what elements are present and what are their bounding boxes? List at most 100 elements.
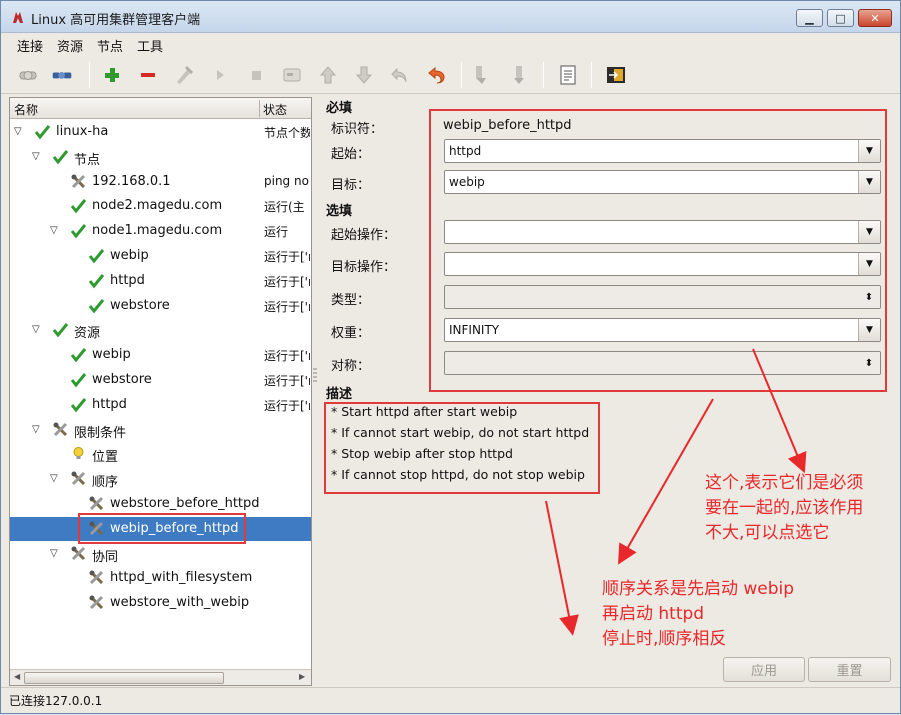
column-status-header[interactable]: 状态 — [263, 101, 287, 118]
tree-row-status: 运行于['r — [264, 349, 310, 364]
description-section-title: 描述 — [326, 387, 353, 402]
tree-row[interactable]: ▽ node1.magedu.com 运行 — [10, 219, 311, 243]
optional-section-title: 选填 — [326, 204, 353, 219]
status-bar: 已连接127.0.0.1 — [1, 687, 900, 713]
symmetric-label: 对称： — [331, 359, 371, 374]
menu-resources[interactable]: 资源 — [57, 36, 83, 55]
to-action-combobox[interactable]: ▼ — [444, 252, 881, 276]
expand-toggle-icon[interactable]: ▽ — [32, 151, 40, 162]
view-xml-icon[interactable] — [557, 64, 579, 86]
window-title: Linux 高可用集群管理客户端 — [31, 13, 201, 28]
tree-row-label: httpd — [92, 396, 127, 412]
from-combobox[interactable]: httpd ▼ — [444, 139, 881, 163]
tree-row-status: 运行于['r — [264, 374, 310, 388]
cleanup-icon[interactable] — [173, 64, 195, 86]
tree-row[interactable]: ▽ 顺序 — [10, 467, 311, 491]
chevron-down-icon[interactable]: ▼ — [858, 319, 880, 341]
expand-toggle-icon[interactable]: ▽ — [32, 324, 40, 335]
tree-row-label: httpd_with_filesystem — [110, 570, 253, 586]
close-button[interactable]: ✕ — [858, 9, 892, 27]
scroll-right-icon[interactable]: ▶ — [299, 672, 305, 681]
undo-icon[interactable] — [389, 64, 411, 86]
apply-button[interactable]: 应用 — [723, 657, 805, 682]
status-ok-icon — [52, 148, 69, 165]
tree-row-status: 节点个数 — [264, 126, 310, 140]
tree-row-status: 运行于['r — [264, 274, 310, 289]
description-line: * Start httpd after start webip — [331, 404, 518, 419]
expand-toggle-icon[interactable]: ▽ — [50, 225, 58, 236]
start-icon[interactable] — [209, 64, 231, 86]
exit-icon[interactable] — [605, 64, 627, 86]
tree-row[interactable]: ▽ 资源 — [10, 318, 311, 342]
menu-bar: 连接 资源 节点 工具 — [1, 33, 900, 55]
menu-tools[interactable]: 工具 — [137, 36, 163, 55]
close-icon: ✕ — [870, 11, 880, 25]
updown-icon[interactable]: ⬍ — [858, 352, 880, 374]
tree-row-label: node2.magedu.com — [92, 198, 223, 214]
tree-row[interactable]: webstore_with_webip — [10, 591, 311, 615]
tree-row[interactable]: webip 运行于['r — [10, 343, 311, 367]
tree-row[interactable]: 192.168.0.1 ping no — [10, 170, 311, 194]
stop-icon[interactable] — [245, 64, 267, 86]
reset-button[interactable]: 重置 — [808, 657, 891, 682]
menu-connect[interactable]: 连接 — [17, 36, 43, 55]
expand-toggle-icon[interactable]: ▽ — [50, 548, 58, 559]
tree-row[interactable]: 位置 — [10, 442, 311, 466]
chevron-down-icon[interactable]: ▼ — [858, 140, 880, 162]
move-up-icon[interactable] — [317, 64, 339, 86]
tree-row-label: 位置 — [92, 450, 119, 466]
minimize-button[interactable]: ▁ — [796, 9, 823, 27]
tree-row[interactable]: webstore 运行于['r — [10, 294, 311, 318]
column-name-header[interactable]: 名称 — [14, 101, 38, 118]
remove-icon[interactable] — [137, 64, 159, 86]
tree-row[interactable]: webip_before_httpd — [10, 516, 311, 541]
tree-row-label: linux-ha — [56, 124, 109, 139]
expand-toggle-icon[interactable]: ▽ — [50, 473, 58, 484]
horizontal-scrollbar[interactable]: ◀ ▶ — [10, 669, 311, 685]
description-line: * Stop webip after stop httpd — [331, 446, 513, 461]
redo-icon[interactable] — [425, 64, 447, 86]
splitter-grip-icon[interactable] — [313, 367, 317, 385]
chevron-down-icon[interactable]: ▼ — [858, 221, 880, 243]
updown-icon[interactable]: ⬍ — [858, 286, 880, 308]
connect-icon[interactable] — [17, 64, 39, 86]
menu-nodes[interactable]: 节点 — [97, 36, 123, 55]
title-bar[interactable]: Linux 高可用集群管理客户端 ▁ □ ✕ — [1, 1, 900, 33]
tree-row[interactable]: ▽ 限制条件 — [10, 418, 311, 442]
tree-row[interactable]: ▽ 节点 — [10, 145, 311, 169]
chevron-down-icon[interactable]: ▼ — [858, 171, 880, 193]
unmigrate-icon[interactable] — [507, 64, 529, 86]
maximize-button[interactable]: □ — [827, 9, 854, 27]
scrollbar-thumb[interactable] — [24, 672, 224, 684]
symmetric-combobox[interactable]: ⬍ — [444, 351, 881, 375]
score-combobox[interactable]: INFINITY ▼ — [444, 318, 881, 342]
tree-row[interactable]: webstore_before_httpd — [10, 492, 311, 516]
tree-row[interactable]: ▽ linux-ha 节点个数 — [10, 120, 311, 144]
tree-row[interactable]: ▽ 协同 — [10, 542, 311, 566]
default-icon[interactable] — [281, 64, 303, 86]
tree-header: 名称 状态 — [10, 98, 311, 119]
tree-row[interactable]: webip 运行于['r — [10, 244, 311, 268]
scroll-left-icon[interactable]: ◀ — [14, 672, 20, 681]
tree-row[interactable]: httpd_with_filesystem — [10, 566, 311, 590]
chevron-down-icon[interactable]: ▼ — [858, 253, 880, 275]
type-combobox[interactable]: ⬍ — [444, 285, 881, 309]
from-action-combobox[interactable]: ▼ — [444, 220, 881, 244]
tree-row-label: webip — [110, 248, 149, 263]
add-icon[interactable] — [101, 64, 123, 86]
move-down-icon[interactable] — [353, 64, 375, 86]
migrate-icon[interactable] — [471, 64, 493, 86]
score-label: 权重： — [331, 326, 371, 341]
tree-row[interactable]: httpd 运行于['r — [10, 393, 311, 417]
constraint-tools-icon — [70, 173, 87, 190]
to-combobox[interactable]: webip ▼ — [444, 170, 881, 194]
tree-row[interactable]: httpd 运行于['r — [10, 269, 311, 293]
expand-toggle-icon[interactable]: ▽ — [14, 126, 22, 137]
to-value: webip — [449, 175, 485, 189]
tree-row[interactable]: webstore 运行于['r — [10, 368, 311, 392]
app-logo-icon — [13, 12, 23, 23]
constraint-tools-icon — [88, 520, 105, 537]
expand-toggle-icon[interactable]: ▽ — [32, 424, 40, 435]
tree-row[interactable]: node2.magedu.com 运行(主 — [10, 194, 311, 218]
disconnect-icon[interactable] — [51, 64, 73, 86]
